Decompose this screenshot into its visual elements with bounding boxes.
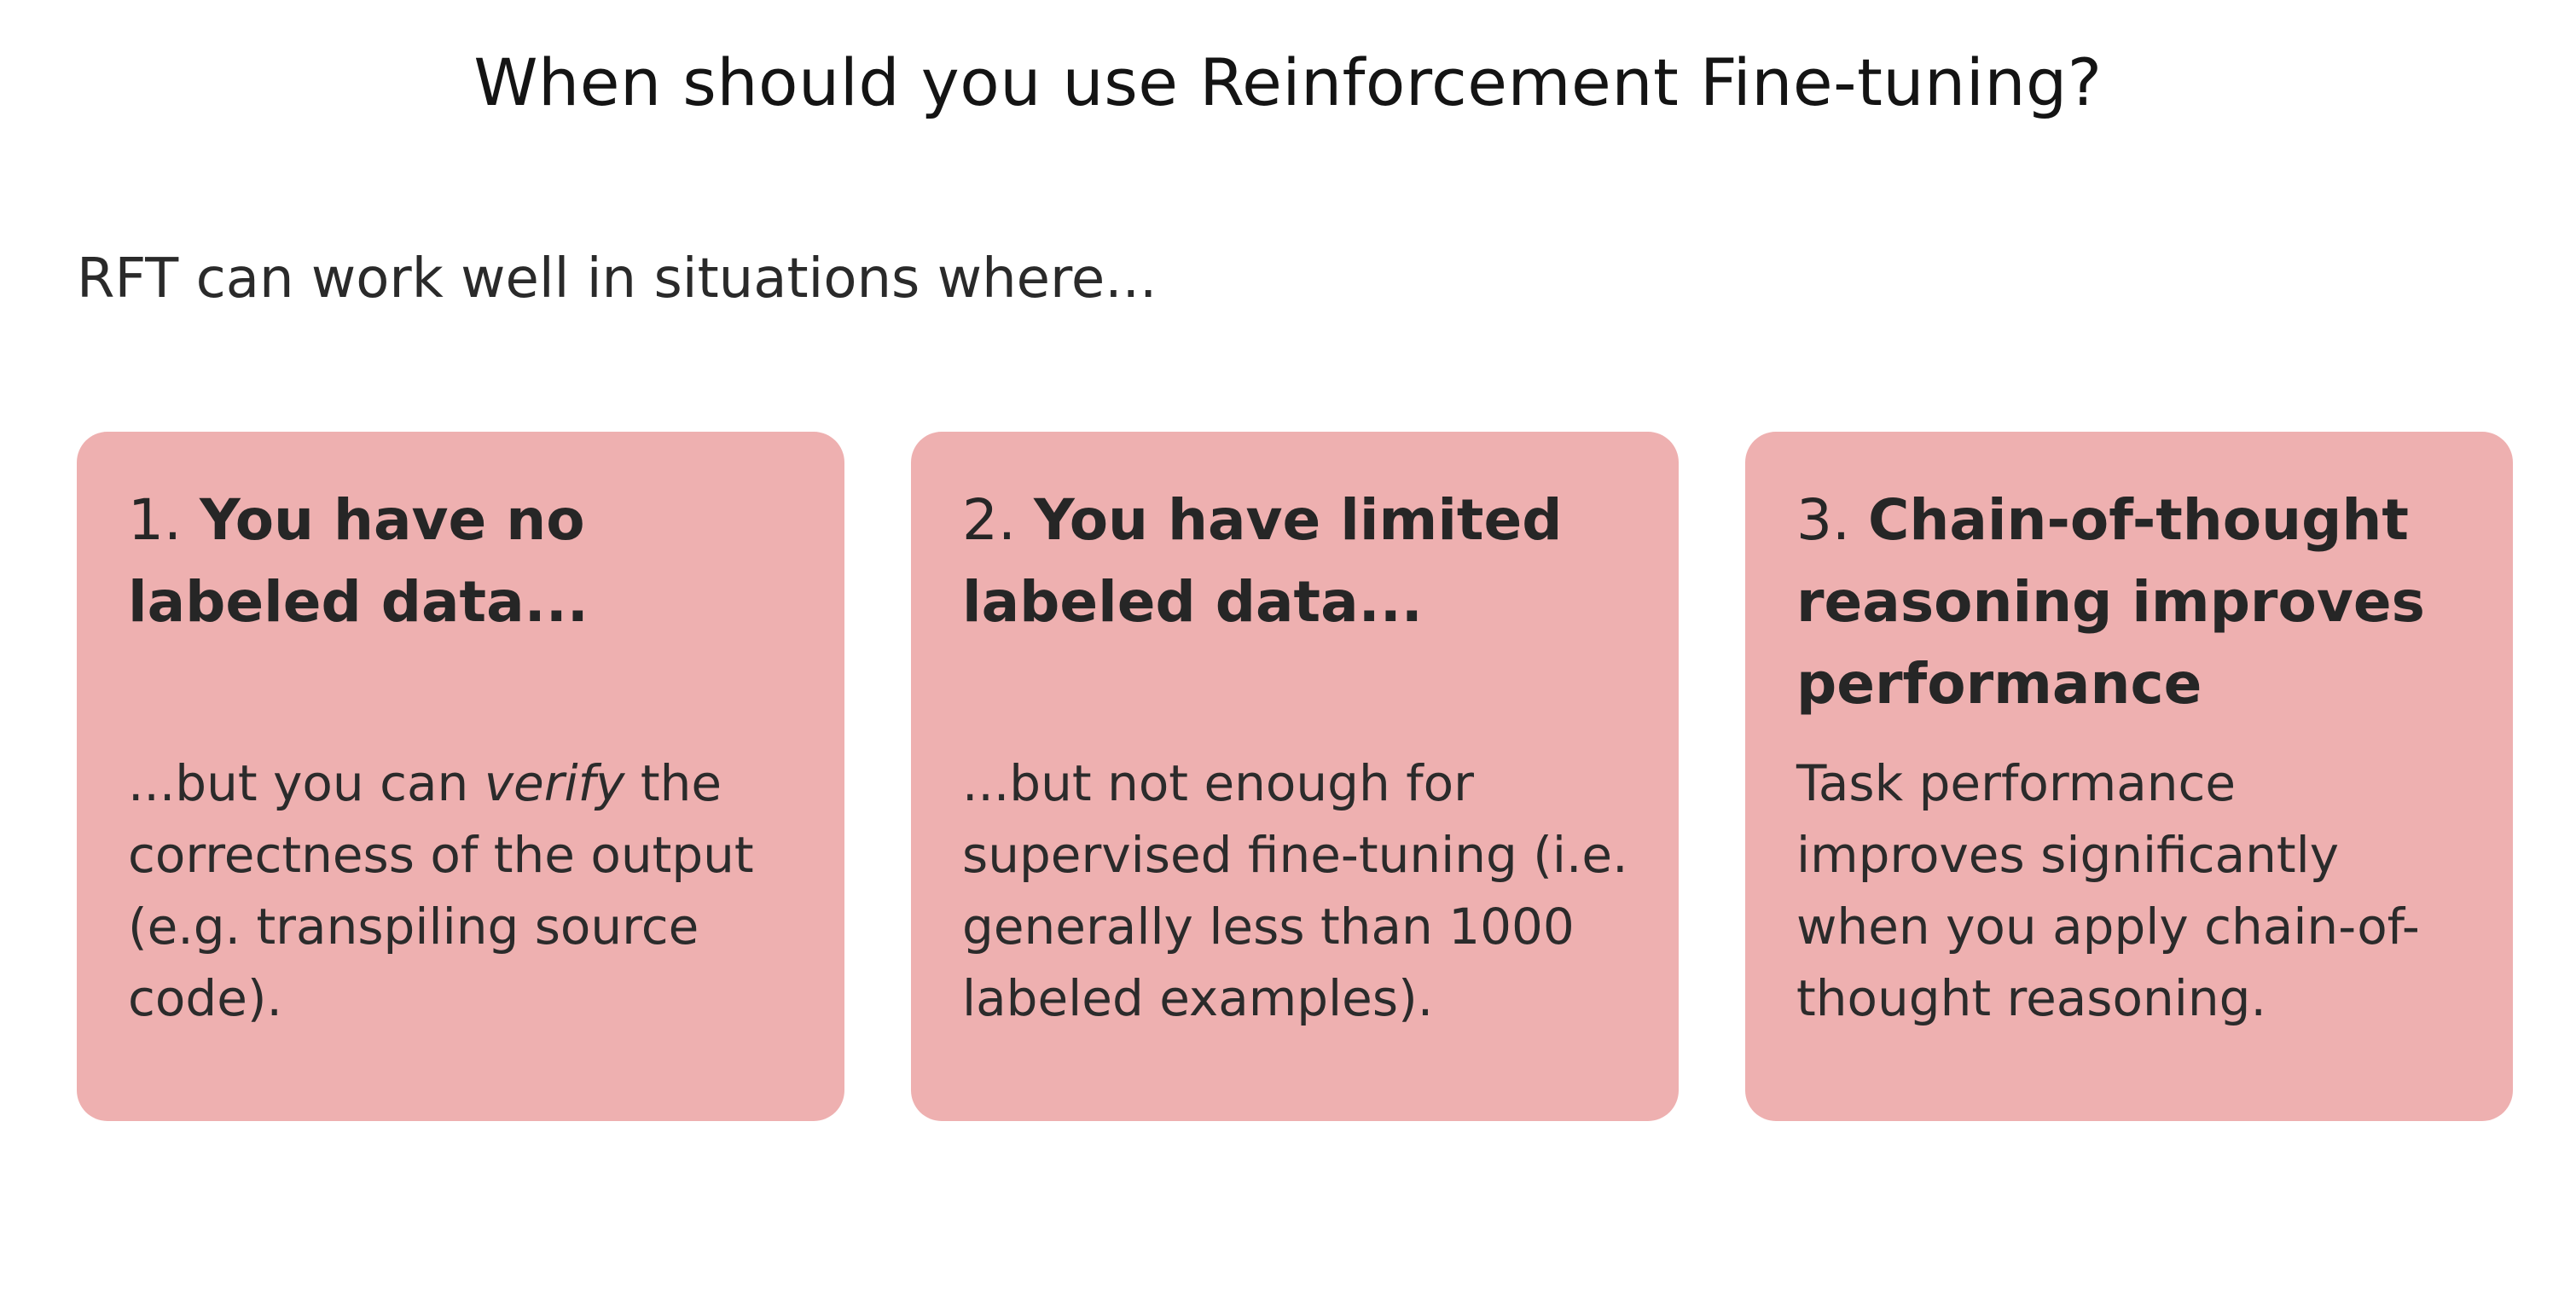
card-body-emphasis: verify — [484, 754, 625, 812]
card-body: ...but you can verify the correctness of… — [128, 747, 802, 1034]
card-heading: 3. Chain-of-thought reasoning improves p… — [1796, 479, 2462, 735]
card-heading: 2. You have limited labeled data... — [962, 479, 1627, 735]
card-number: 1. — [128, 487, 182, 553]
card-heading: 1. You have no labeled data... — [128, 479, 793, 735]
card-heading-text: You have no labeled data... — [128, 487, 589, 635]
card-no-labeled-data: 1. You have no labeled data... ...but yo… — [77, 432, 844, 1121]
card-chain-of-thought: 3. Chain-of-thought reasoning improves p… — [1745, 432, 2513, 1121]
card-number: 2. — [962, 487, 1016, 553]
card-body-text: ...but not enough for supervised fine-tu… — [962, 754, 1628, 1027]
card-heading-text: You have limited labeled data... — [962, 487, 1563, 635]
slide-title: When should you use Reinforcement Fine-t… — [473, 44, 2103, 120]
intro-text: RFT can work well in situations where... — [77, 247, 1157, 311]
card-body: ...but not enough for supervised fine-tu… — [962, 747, 1636, 1034]
card-body: Task performance improves significantly … — [1796, 747, 2470, 1034]
card-heading-text: Chain-of-thought reasoning improves perf… — [1796, 487, 2425, 717]
card-body-text: ...but you can — [128, 754, 484, 812]
card-body-text: Task performance improves significantly … — [1796, 754, 2420, 1027]
card-limited-labeled-data: 2. You have limited labeled data... ...b… — [911, 432, 1679, 1121]
card-number: 3. — [1796, 487, 1850, 553]
